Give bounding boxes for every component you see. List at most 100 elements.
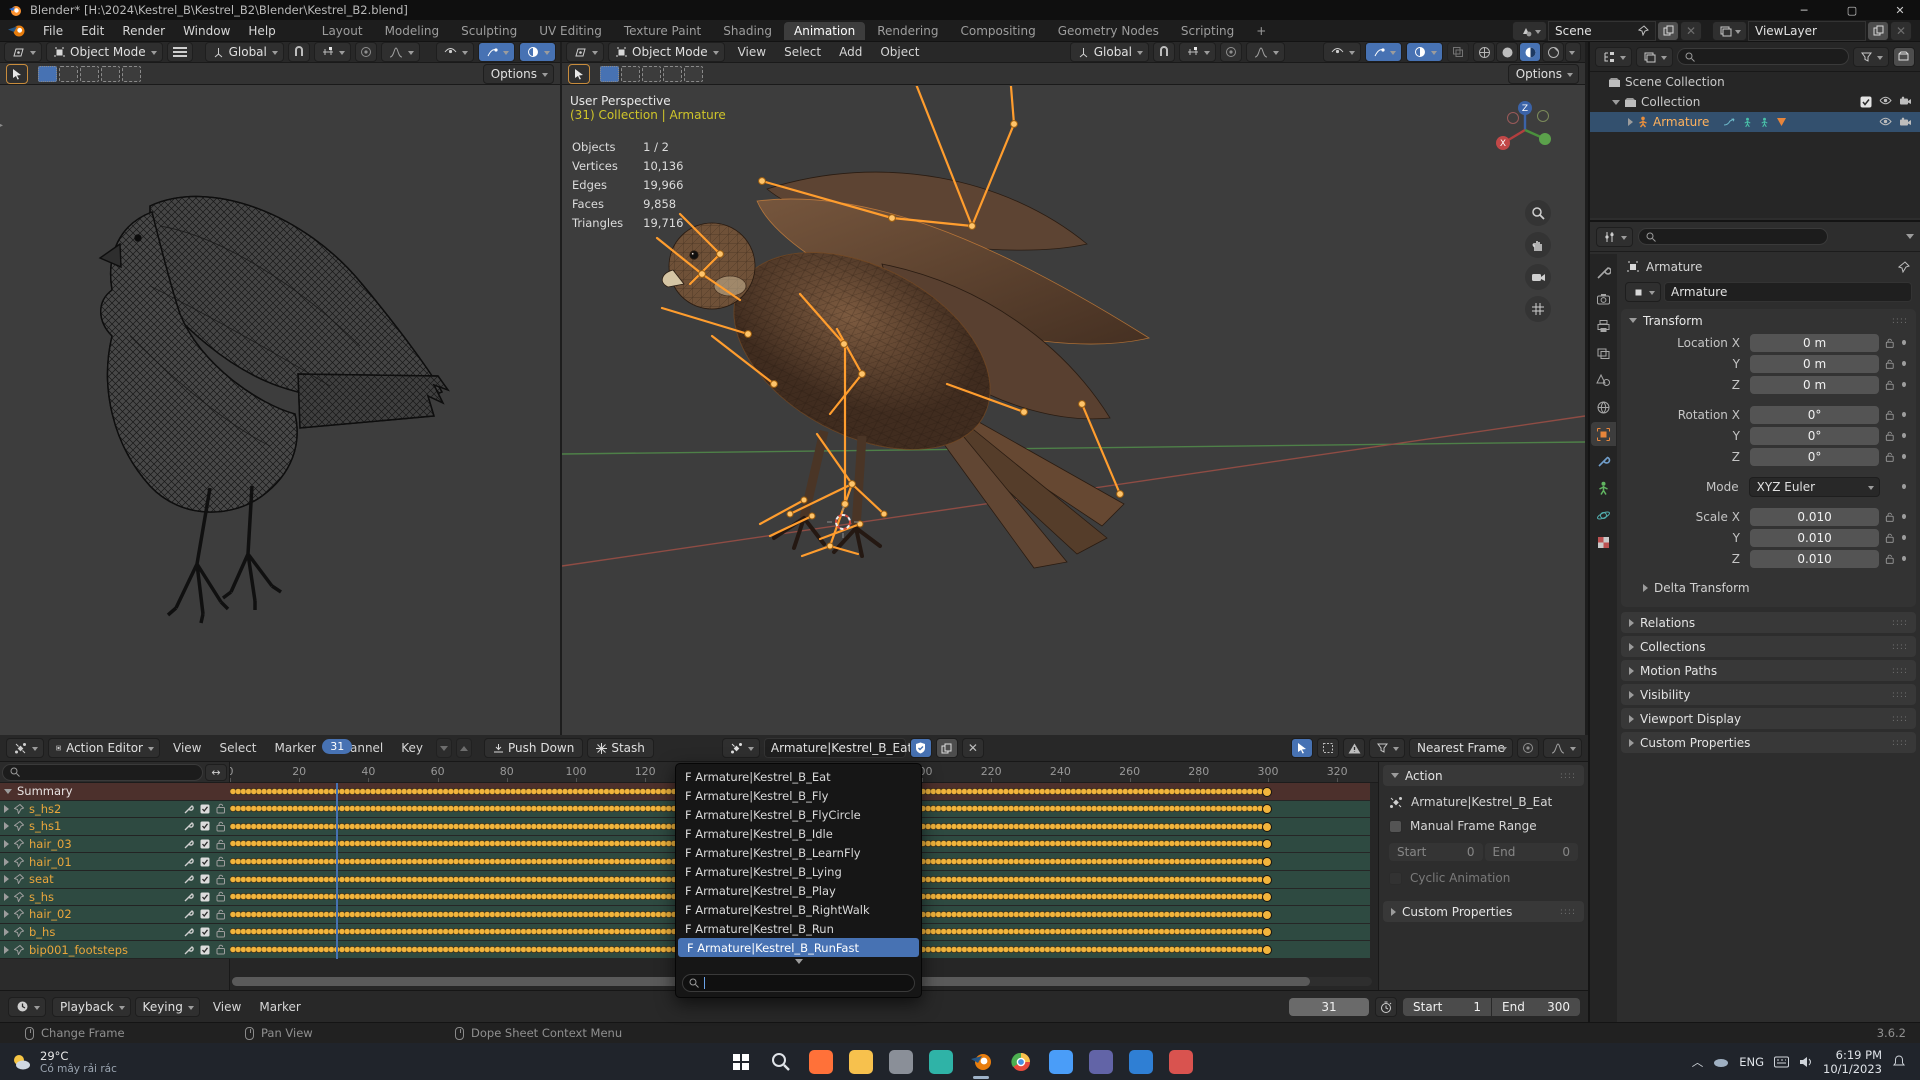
tray-language[interactable]: ENG xyxy=(1739,1055,1764,1069)
panel-viewport-display[interactable]: Viewport Display:::: xyxy=(1621,708,1916,729)
outliner-editor-type[interactable] xyxy=(1595,46,1632,67)
taskbar-icon-explorer[interactable] xyxy=(848,1049,873,1074)
viewlayer-browse-button[interactable] xyxy=(1712,20,1747,41)
channel-seat[interactable]: seat xyxy=(0,871,230,889)
custom-properties-caret[interactable] xyxy=(1391,907,1396,916)
select-mode-paint[interactable] xyxy=(684,65,703,82)
dopesheet-menu-select[interactable]: Select xyxy=(210,741,265,755)
transform-field-location-x[interactable]: 0 m xyxy=(1749,333,1880,352)
object-visibility-button[interactable] xyxy=(1323,42,1361,62)
timeline-menu-playback[interactable]: Playback xyxy=(52,996,131,1017)
navigation-gizmo[interactable]: Z X xyxy=(1493,98,1557,162)
channel-s_hs2[interactable]: s_hs2 xyxy=(0,800,230,819)
object-name-field[interactable]: Armature xyxy=(1664,282,1912,302)
menu-window[interactable]: Window xyxy=(174,24,239,38)
menu-help[interactable]: Help xyxy=(239,24,284,38)
channel-hair_02[interactable]: hair_02 xyxy=(0,906,230,924)
editor-type-button[interactable] xyxy=(566,42,604,62)
hide-channels-toggle[interactable] xyxy=(1317,738,1339,758)
taskbar-icon-store[interactable] xyxy=(1048,1049,1073,1074)
action-dropdown-item[interactable]: F Armature|Kestrel_B_Eat xyxy=(676,767,921,786)
channel-b_hs[interactable]: b_hs xyxy=(0,923,230,942)
snap-magnet-icon[interactable] xyxy=(287,42,310,62)
outliner-row-collection[interactable]: Collection xyxy=(1590,92,1920,112)
action-dropdown-item[interactable]: F Armature|Kestrel_B_Fly xyxy=(676,786,921,805)
transform-field-y[interactable]: 0.010 xyxy=(1749,528,1880,547)
workspace-tab-animation[interactable]: Animation xyxy=(784,21,866,40)
select-mode-tweak[interactable] xyxy=(38,65,57,82)
panel-relations[interactable]: Relations:::: xyxy=(1621,612,1916,633)
taskbar-icon-edge[interactable] xyxy=(928,1049,953,1074)
scene-copy-button[interactable] xyxy=(1657,20,1679,41)
scene-browse-button[interactable] xyxy=(1512,20,1547,41)
outliner-row-armature[interactable]: Armature xyxy=(1590,112,1920,132)
action-end-field[interactable]: End 0 xyxy=(1484,843,1578,861)
outliner-display-mode[interactable] xyxy=(1636,46,1673,67)
action-dropdown-item[interactable]: F Armature|Kestrel_B_RightWalk xyxy=(676,900,921,919)
panel-custom-properties[interactable]: Custom Properties:::: xyxy=(1621,732,1916,753)
rotation-mode-dropdown[interactable]: XYZ Euler xyxy=(1748,476,1881,497)
transform-field-y[interactable]: 0° xyxy=(1749,426,1880,445)
dopesheet-menu-marker[interactable]: Marker xyxy=(266,741,325,755)
playhead-line[interactable] xyxy=(336,783,339,959)
proportional-falloff[interactable] xyxy=(1246,42,1285,62)
action-dropdown-item[interactable]: F Armature|Kestrel_B_Play xyxy=(676,881,921,900)
workspace-tab-compositing[interactable]: Compositing xyxy=(950,22,1045,40)
panel-collections[interactable]: Collections:::: xyxy=(1621,636,1916,657)
channel-bip001_footsteps[interactable]: bip001_footsteps xyxy=(0,941,230,959)
dopesheet-menu-view[interactable]: View xyxy=(164,741,210,755)
mode-selector[interactable]: Object Mode xyxy=(46,42,163,62)
taskbar-icon-blender[interactable] xyxy=(969,1050,993,1079)
workspace-tab-sculpting[interactable]: Sculpting xyxy=(451,22,527,40)
current-frame-badge[interactable]: 31 xyxy=(322,739,353,754)
workspace-tab-modeling[interactable]: Modeling xyxy=(375,22,450,40)
move-view-hand-icon[interactable] xyxy=(1525,232,1551,258)
viewport-menu-object[interactable]: Object xyxy=(871,45,928,59)
dropdown-search-field[interactable] xyxy=(682,974,915,992)
active-tool-select-icon[interactable] xyxy=(568,63,590,84)
taskbar-icon-zalo[interactable] xyxy=(1168,1049,1193,1074)
channel-s_hs[interactable]: s_hs xyxy=(0,888,230,907)
panel-grip[interactable]: :::: xyxy=(1892,316,1908,326)
new-action-copy-button[interactable] xyxy=(935,738,958,758)
animate-dot[interactable] xyxy=(1901,382,1907,387)
animate-dot[interactable] xyxy=(1901,412,1907,417)
channel-s_hs1[interactable]: s_hs1 xyxy=(0,818,230,836)
transform-field-z[interactable]: 0 m xyxy=(1749,375,1880,394)
transform-orientation[interactable]: Global xyxy=(204,42,284,62)
menu-file[interactable]: File xyxy=(34,24,72,38)
panel-visibility[interactable]: Visibility:::: xyxy=(1621,684,1916,705)
dopesheet-menu-key[interactable]: Key xyxy=(392,741,432,755)
errors-only-toggle[interactable] xyxy=(1343,738,1365,758)
close-button[interactable]: ✕ xyxy=(1880,0,1920,20)
channel-search-field[interactable] xyxy=(2,763,203,781)
select-mode-box[interactable] xyxy=(59,65,78,82)
unlink-action-button[interactable]: ✕ xyxy=(961,738,984,758)
add-workspace-button[interactable]: + xyxy=(1246,22,1276,40)
end-frame-field[interactable]: End 300 xyxy=(1492,997,1580,1016)
push-down-button[interactable]: Push Down xyxy=(484,738,584,758)
snap-settings[interactable] xyxy=(1179,42,1216,62)
properties-tab-world[interactable] xyxy=(1591,395,1616,419)
manual-frame-range-checkbox[interactable] xyxy=(1389,819,1402,833)
xray-toggle[interactable] xyxy=(1447,42,1469,62)
dropdown-scroll-indicator[interactable] xyxy=(794,959,803,964)
workspace-tab-layout[interactable]: Layout xyxy=(312,22,373,40)
options-button[interactable]: Options xyxy=(1507,63,1579,84)
taskbar-icon-photos[interactable] xyxy=(888,1049,913,1074)
transform-field-rotation-x[interactable]: 0° xyxy=(1749,405,1880,424)
action-panel-caret[interactable] xyxy=(1391,773,1399,778)
shading-rendered[interactable] xyxy=(1542,42,1564,62)
workspace-tab-rendering[interactable]: Rendering xyxy=(867,22,948,40)
options-button[interactable]: Options xyxy=(482,63,554,84)
select-mode-lasso[interactable] xyxy=(663,65,682,82)
action-dropdown-item[interactable]: F Armature|Kestrel_B_RunFast xyxy=(678,938,919,957)
workspace-tab-shading[interactable]: Shading xyxy=(713,22,782,40)
active-tool-select-icon[interactable] xyxy=(6,63,28,84)
notification-bell-icon[interactable] xyxy=(1892,1055,1906,1068)
transform-field-z[interactable]: 0° xyxy=(1749,447,1880,466)
channel-summary[interactable]: Summary xyxy=(0,783,230,801)
workspace-tab-uv-editing[interactable]: UV Editing xyxy=(529,22,612,40)
action-dropdown-item[interactable]: F Armature|Kestrel_B_Lying xyxy=(676,862,921,881)
properties-tab-constraints[interactable] xyxy=(1591,449,1616,473)
